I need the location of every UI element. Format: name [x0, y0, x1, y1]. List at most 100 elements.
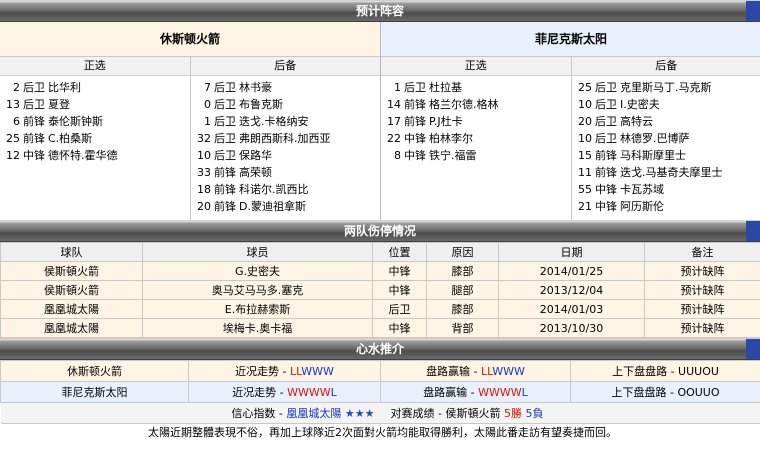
injury-header-row: 球队 球员 位置 原因 日期 备注 [0, 242, 760, 262]
table-cell: 2013/10/30 [498, 318, 645, 338]
player-number: 22 [387, 132, 401, 145]
handicap-losses: LL [481, 365, 493, 378]
player-row: 13 后卫 夏登 [0, 96, 190, 113]
h2h-wins: 5勝 [503, 407, 522, 420]
player-row: 10 后卫 保路华 [191, 147, 380, 164]
over-under-record: 上下盘盘路 - OOUUO [570, 381, 760, 403]
player-name: 迭戈.马基奇夫摩里士 [620, 166, 723, 179]
player-number: 21 [578, 200, 592, 213]
player-name: 马科斯摩里士 [620, 149, 686, 162]
player-row: 55 中锋 卡瓦苏域 [572, 181, 760, 198]
table-cell: 膝部 [426, 299, 499, 319]
player-row: 12 中锋 德怀特.霍华德 [0, 147, 190, 164]
table-cell: 背部 [426, 318, 499, 338]
handicap-wins: WWWW [478, 386, 522, 399]
table-cell: 预计缺阵 [644, 318, 760, 338]
player-position: 后卫 [595, 132, 617, 145]
handicap-wins: WWW [492, 365, 525, 378]
player-name: 杜拉基 [429, 81, 462, 94]
player-number: 10 [578, 132, 592, 145]
player-number: 25 [6, 132, 20, 145]
player-number: 18 [197, 183, 211, 196]
player-row: 21 中锋 阿历斯伦 [572, 198, 760, 215]
player-number: 13 [6, 98, 20, 111]
player-row: 0 后卫 布鲁克斯 [191, 96, 380, 113]
table-cell: 中锋 [372, 261, 427, 281]
player-position: 前锋 [214, 183, 236, 196]
player-number: 12 [6, 149, 20, 162]
table-cell: 奥马艾马马多.塞克 [142, 280, 373, 300]
tips-row-away: 菲尼克斯太阳 近况走势 - WWWWL 盘路赢输 - WWWWL 上下盘盘路 -… [0, 381, 760, 403]
player-number: 6 [13, 115, 20, 128]
player-position: 中锋 [23, 149, 45, 162]
player-position: 前锋 [404, 98, 426, 111]
player-name: 德怀特.霍华德 [48, 149, 118, 162]
player-row: 25 后卫 克里斯马丁.马克斯 [572, 79, 760, 96]
tips-team-name: 菲尼克斯太阳 [0, 381, 189, 403]
away-lineup-subheader: 正选 后备 [381, 57, 760, 76]
player-number: 1 [394, 81, 401, 94]
tips-team-name: 休斯顿火箭 [0, 360, 189, 382]
player-number: 10 [197, 149, 211, 162]
player-name: 卡瓦苏域 [620, 183, 664, 196]
player-position: 中锋 [404, 149, 426, 162]
table-cell: 预计缺阵 [644, 280, 760, 300]
header-accent [746, 1, 760, 21]
h2h-losses: 5負 [525, 407, 544, 420]
column-header: 原因 [426, 242, 499, 262]
table-cell: G.史密夫 [142, 261, 373, 281]
player-name: 林德罗.巴博萨 [620, 132, 690, 145]
tips-table: 休斯顿火箭 近况走势 - LLWWW 盘路赢输 - LLWWW 上下盘盘路 - … [0, 360, 760, 424]
player-name: 布鲁克斯 [239, 98, 283, 111]
player-row: 33 前锋 高荣顿 [191, 164, 380, 181]
header-accent [746, 221, 760, 241]
injuries-title: 两队伤停情况 [343, 224, 416, 238]
table-cell: 中锋 [372, 318, 427, 338]
player-position: 后卫 [404, 81, 426, 94]
player-row: 7 后卫 林书豪 [191, 79, 380, 96]
table-cell: 膝部 [426, 261, 499, 281]
player-position: 后卫 [595, 81, 617, 94]
player-position: 后卫 [595, 115, 617, 128]
column-header: 备注 [644, 242, 760, 262]
column-header: 日期 [498, 242, 645, 262]
player-position: 前锋 [595, 149, 617, 162]
home-lineup-subheader: 正选 后备 [0, 57, 380, 76]
confidence-stars: ★★★ [344, 407, 375, 420]
player-name: 柏林李尔 [429, 132, 473, 145]
table-row: 侯斯頓火箭 G.史密夫 中锋 膝部 2014/01/25 预计缺阵 [0, 261, 760, 281]
home-bench-list: 7 后卫 林书豪 0 后卫 布鲁克斯 1 后卫 迭戈.卡格纳安 32 后卫 弗朗西斯科.加西亚 10 后卫… [190, 76, 380, 221]
tips-title: 心水推介 [355, 342, 404, 356]
player-position: 前锋 [214, 200, 236, 213]
player-number: 7 [204, 81, 211, 94]
column-header: 位置 [372, 242, 427, 262]
table-cell: 腿部 [426, 280, 499, 300]
player-position: 后卫 [214, 149, 236, 162]
header-accent [746, 339, 760, 359]
player-position: 前锋 [23, 132, 45, 145]
tips-confidence-row: 信心指数 - 凰凰城太陽 ★★★ 对赛成绩 - 侯斯頓火箭 5勝 5負 [0, 402, 760, 424]
player-number: 55 [578, 183, 592, 196]
player-name: 高荣顿 [239, 166, 272, 179]
player-row: 17 前锋 P.J杜卡 [381, 113, 571, 130]
tips-summary: 太陽近期整體表現不俗，再加上球隊近2次面對火箭均能取得勝利，太陽此番走訪有望奏捷… [0, 424, 760, 442]
table-cell: 预计缺阵 [644, 261, 760, 281]
player-name: 高特云 [620, 115, 653, 128]
confidence-index: 信心指数 - 凰凰城太陽 ★★★ [0, 402, 381, 424]
away-bench-label: 后备 [570, 57, 760, 75]
player-row: 11 前锋 迭戈.马基奇夫摩里士 [572, 164, 760, 181]
player-position: 后卫 [214, 81, 236, 94]
table-cell: 中锋 [372, 280, 427, 300]
handicap-record: 盘路赢输 - WWWWL [380, 381, 571, 403]
table-cell: 埃梅卡.奥卡福 [142, 318, 373, 338]
player-name: 阿历斯伦 [620, 200, 664, 213]
recent-form: 近况走势 - LLWWW [188, 360, 381, 382]
player-name: I.史密夫 [620, 98, 660, 111]
away-starters-label: 正选 [464, 59, 487, 72]
player-row: 8 中锋 铁宁.福雷 [381, 147, 571, 164]
player-position: 后卫 [595, 98, 617, 111]
home-team-lineup: 休斯顿火箭 正选 后备 2 后卫 比华利 13 后卫 夏登 6 前锋 泰伦斯钟斯 25 前锋 C.柏桑… [0, 22, 380, 221]
table-cell: 预计缺阵 [644, 299, 760, 319]
table-row: 凰凰城太陽 E.布拉赫索斯 后卫 膝部 2014/01/03 预计缺阵 [0, 299, 760, 319]
player-position: 中锋 [595, 183, 617, 196]
